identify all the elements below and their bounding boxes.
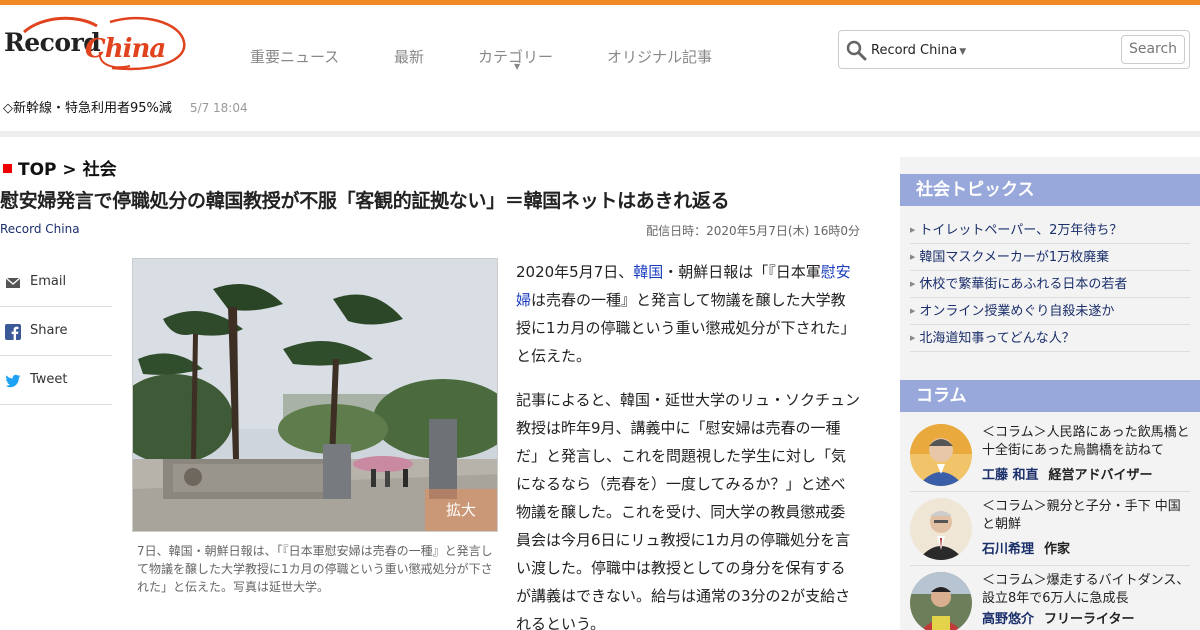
dropdown-arrow-icon: ▼ (959, 47, 967, 57)
chevron-down-icon: ▼ (514, 62, 521, 71)
breadcrumb-text: TOP > 社会 (18, 160, 117, 180)
topic-item[interactable]: ▶ 北海道知事ってどんな人？ (910, 325, 1190, 352)
share-facebook-button[interactable]: Share (0, 307, 112, 356)
nav-latest[interactable]: 最新 (394, 46, 424, 67)
search-icon (846, 40, 867, 61)
breadcrumb[interactable]: TOP > 社会 (3, 155, 117, 180)
column-author: 工藤 和直 経営アドバイザー (982, 468, 1153, 483)
link-korea[interactable]: 韓国 (633, 263, 663, 281)
arrow-right-icon: ▶ (910, 334, 916, 342)
topic-item[interactable]: ▶ 休校で繁華街にあふれる日本の若者 (910, 271, 1190, 298)
column-title: ＜コラム＞爆走するバイトダンス、設立8年で6万人に急成長 (982, 573, 1190, 606)
nav-important-news[interactable]: 重要ニュース (250, 46, 339, 67)
arrow-right-icon: ▶ (910, 253, 916, 261)
column-item[interactable]: ＜コラム＞爆走するバイトダンス、設立8年で6万人に急成長 高野悠介 フリーライター (910, 566, 1190, 630)
article-source[interactable]: Record China (0, 222, 80, 236)
top-accent-bar (0, 0, 1200, 5)
article-title: 慰安婦発言で停職処分の韓国教授が不服「客観的証拠ない」＝韓国ネットはあきれ返る (0, 190, 730, 212)
mail-icon (5, 277, 21, 288)
column-item[interactable]: ＜コラム＞人民路にあった飲馬橋と十全街にあった烏鵲橋を訪ねて 工藤 和直 経営アド… (910, 418, 1190, 492)
avatar (910, 424, 972, 486)
search-box: Record China ▼ Search (838, 30, 1190, 69)
share-email-button[interactable]: Email (0, 258, 112, 307)
header-divider (0, 131, 1200, 137)
share-twitter-label: Tweet (30, 372, 68, 387)
news-ticker[interactable]: ◇新幹線・特急利用者95%減 5/7 18:04 (3, 97, 248, 116)
twitter-bird-icon (5, 374, 21, 388)
red-square-icon (3, 164, 12, 173)
nav-category[interactable]: カテゴリー ▼ (478, 46, 553, 71)
sidebar: 社会トピックス ▶ トイレットペーパー、2万年待ち？ ▶ 韓国マスクメーカーが1万枚… (900, 157, 1200, 630)
topic-item[interactable]: ▶ トイレットペーパー、2万年待ち？ (910, 217, 1190, 244)
search-scope-select[interactable]: Record China ▼ (871, 43, 966, 58)
column-item[interactable]: ＜コラム＞親分と子分・手下 中国と朝鮮 石川希理 作家 (910, 492, 1190, 566)
column-title: ＜コラム＞人民路にあった飲馬橋と十全街にあった烏鵲橋を訪ねて (982, 425, 1190, 458)
arrow-right-icon: ▶ (910, 280, 916, 288)
arrow-right-icon: ▶ (910, 307, 916, 315)
search-button[interactable]: Search (1121, 35, 1185, 64)
arrow-right-icon: ▶ (910, 226, 916, 234)
article-photo[interactable]: 拡大 (132, 258, 498, 532)
article-date: 配信日時：2020年5月7日(木) 16時0分 (646, 224, 860, 238)
photo-caption: 7日、韓国・朝鮮日報は、「『日本軍慰安婦は売春の一種』と発言して物議を醸した大学… (137, 544, 493, 594)
avatar (910, 498, 972, 560)
article-paragraph-1: 2020年5月7日、韓国・朝鮮日報は「『日本軍慰安婦は売春の一種』と発言して物議… (516, 263, 856, 365)
share-email-label: Email (30, 274, 67, 289)
zoom-button[interactable]: 拡大 (425, 489, 497, 531)
ticker-headline[interactable]: ◇新幹線・特急利用者95%減 (3, 101, 172, 116)
site-logo[interactable]: Record China (2, 12, 188, 72)
social-topics-header: 社会トピックス (900, 174, 1200, 206)
share-facebook-label: Share (30, 323, 68, 338)
search-input[interactable] (967, 37, 1117, 63)
column-author: 高野悠介 フリーライター (982, 612, 1135, 627)
logo-text-china: China (85, 34, 166, 64)
ticker-time: 5/7 18:04 (189, 101, 248, 115)
topic-item[interactable]: ▶ オンライン授業めぐり自殺未遂か (910, 298, 1190, 325)
column-title: ＜コラム＞親分と子分・手下 中国と朝鮮 (982, 499, 1181, 532)
nav-original[interactable]: オリジナル記事 (607, 46, 712, 67)
topic-item[interactable]: ▶ 韓国マスクメーカーが1万枚廃棄 (910, 244, 1190, 271)
column-author: 石川希理 作家 (982, 542, 1071, 557)
avatar (910, 572, 972, 630)
article-paragraph-2: 記事によると、韓国・延世大学のリュ・ソクチュン教授は昨年9月、講義中に「慰安婦は… (516, 391, 860, 630)
column-header: コラム (900, 380, 1200, 412)
share-twitter-button[interactable]: Tweet (0, 356, 112, 405)
article-body: 2020年5月7日、韓国・朝鮮日報は「『日本軍慰安婦は売春の一種』と発言して物議… (516, 258, 860, 630)
facebook-icon (5, 324, 21, 340)
